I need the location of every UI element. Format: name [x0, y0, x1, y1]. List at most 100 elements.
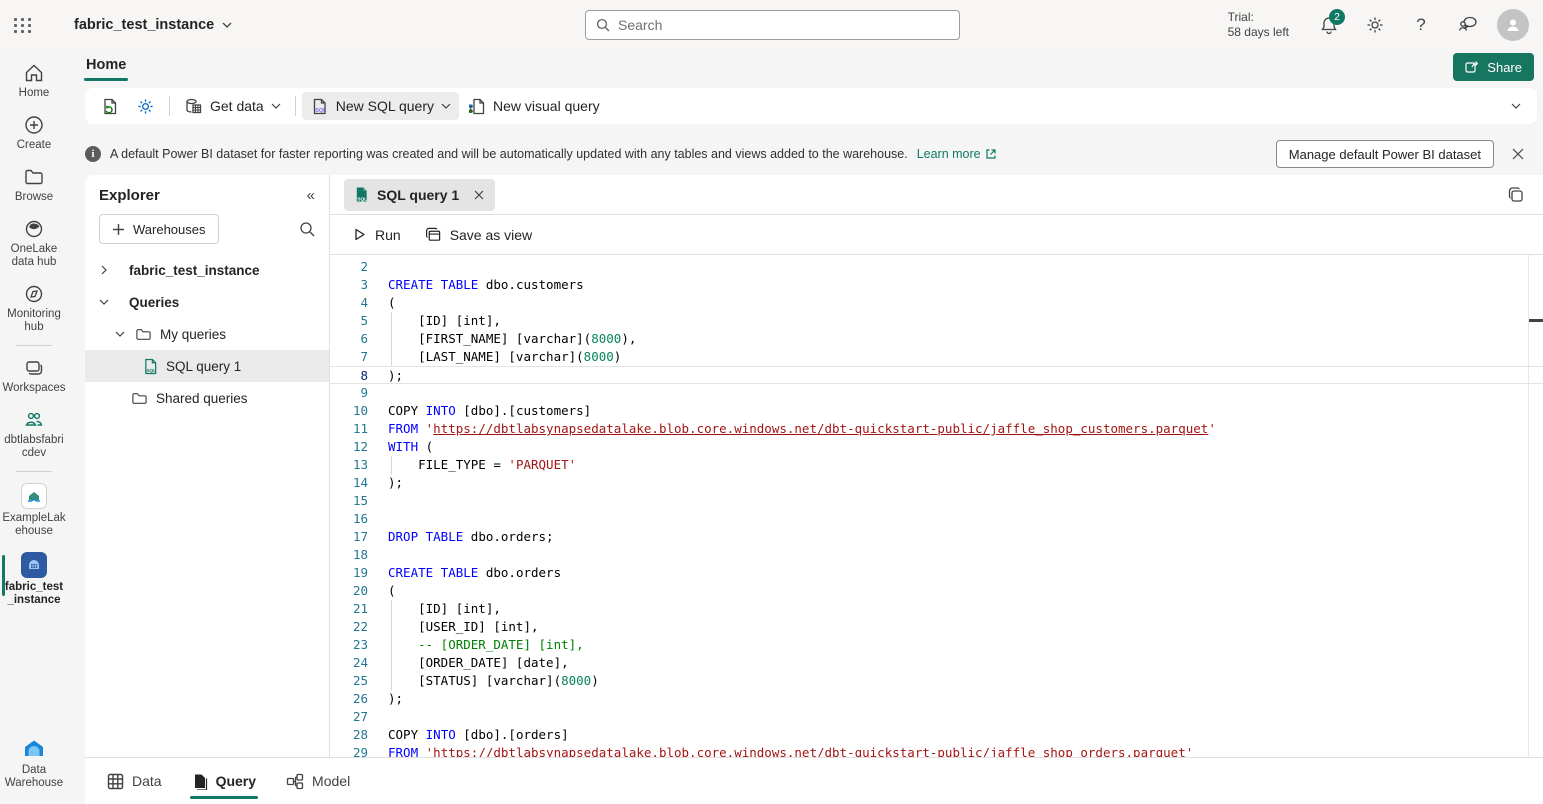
line-number: 15 [330, 492, 368, 510]
copy-icon[interactable] [1507, 186, 1525, 204]
banner-close-button[interactable] [1503, 139, 1533, 169]
learn-more-link[interactable]: Learn more [917, 147, 997, 161]
code-line[interactable]: 7 [LAST_NAME] [varchar](8000) [330, 348, 1543, 366]
new-visual-query-button[interactable]: New visual query [459, 92, 608, 120]
nav-item-fabric-test-instance[interactable]: fabric_test_instance [1, 545, 67, 614]
line-content: COPY INTO [dbo].[orders] [388, 726, 569, 744]
code-line[interactable]: 28COPY INTO [dbo].[orders] [330, 726, 1543, 744]
line-number: 9 [330, 384, 368, 402]
code-line[interactable]: 17DROP TABLE dbo.orders; [330, 528, 1543, 546]
chevron-down-icon [99, 297, 109, 307]
settings-button[interactable] [1355, 5, 1395, 45]
line-content: [ID] [int], [388, 312, 501, 330]
toolbar-divider [169, 96, 170, 116]
code-line[interactable]: 18 [330, 546, 1543, 564]
refresh-button[interactable] [93, 92, 128, 120]
nav-monitoring-hub[interactable]: Monitoring hub [1, 276, 67, 341]
code-line[interactable]: 21 [ID] [int], [330, 600, 1543, 618]
code-line[interactable]: 29FROM 'https://dbtlabsynapsedatalake.bl… [330, 744, 1543, 757]
code-line[interactable]: 26); [330, 690, 1543, 708]
line-number: 11 [330, 420, 368, 438]
query-tab-strip: SQL SQL query 1 [330, 175, 1543, 215]
help-button[interactable]: ? [1401, 5, 1441, 45]
line-number: 14 [330, 474, 368, 492]
share-button[interactable]: Share [1453, 53, 1534, 81]
code-line[interactable]: 2 [330, 258, 1543, 276]
code-line[interactable]: 9 [330, 384, 1543, 402]
code-line[interactable]: 13 FILE_TYPE = 'PARQUET' [330, 456, 1543, 474]
explorer-search-icon[interactable] [299, 221, 315, 237]
code-line[interactable]: 10COPY INTO [dbo].[customers] [330, 402, 1543, 420]
settings-ribbon-button[interactable] [128, 92, 163, 120]
workspace-title-dropdown[interactable]: fabric_test_instance [74, 17, 232, 33]
tree-item-shared-queries[interactable]: Shared queries [85, 382, 329, 414]
code-line[interactable]: 16 [330, 510, 1543, 528]
tab-sql-query-1[interactable]: SQL SQL query 1 [344, 179, 495, 211]
toolbar-expand-button[interactable] [1503, 92, 1529, 120]
notifications-button[interactable]: 2 [1309, 5, 1349, 45]
code-line[interactable]: 11FROM 'https://dbtlabsynapsedatalake.bl… [330, 420, 1543, 438]
nav-workspace-dbtlabsfabricdev[interactable]: dbtlabsfabricdev [1, 402, 67, 467]
nav-home[interactable]: Home [1, 55, 67, 107]
manage-default-dataset-button[interactable]: Manage default Power BI dataset [1276, 140, 1494, 168]
query-toolbar: Run Save as view [330, 215, 1543, 255]
code-line[interactable]: 25 [STATUS] [varchar](8000) [330, 672, 1543, 690]
code-line[interactable]: 3CREATE TABLE dbo.customers [330, 276, 1543, 294]
new-sql-query-button[interactable]: SQL New SQL query [302, 92, 459, 120]
nav-data-warehouse[interactable]: Data Warehouse [1, 730, 67, 804]
tree-item-queries[interactable]: Queries [85, 286, 329, 318]
footer-tab-model[interactable]: Model [276, 758, 360, 804]
footer-tab-query[interactable]: Query [182, 758, 266, 804]
code-line[interactable]: 19CREATE TABLE dbo.orders [330, 564, 1543, 582]
chevron-down-icon [271, 101, 281, 111]
person-icon [1504, 16, 1522, 34]
app-launcher-icon[interactable] [0, 0, 46, 50]
line-number: 29 [330, 744, 368, 757]
code-line[interactable]: 4( [330, 294, 1543, 312]
line-content: ( [388, 582, 396, 600]
workspaces-icon [23, 357, 45, 379]
run-button[interactable]: Run [342, 220, 411, 250]
tree-item-sql-query-1[interactable]: SQL SQL query 1 [85, 350, 329, 382]
code-line[interactable]: 5 [ID] [int], [330, 312, 1543, 330]
code-line[interactable]: 22 [USER_ID] [int], [330, 618, 1543, 636]
close-tab-icon[interactable] [473, 189, 485, 201]
folder-icon [131, 391, 148, 406]
default-dataset-banner: i A default Power BI dataset for faster … [85, 137, 1537, 171]
footer-tab-data[interactable]: Data [97, 758, 172, 804]
close-icon [1511, 147, 1525, 161]
code-line[interactable]: 14); [330, 474, 1543, 492]
code-line[interactable]: 20( [330, 582, 1543, 600]
line-content: CREATE TABLE dbo.orders [388, 564, 561, 582]
line-content: [FIRST_NAME] [varchar](8000), [388, 330, 636, 348]
code-line[interactable]: 23 -- [ORDER_DATE] [int], [330, 636, 1543, 654]
nav-browse[interactable]: Browse [1, 159, 67, 211]
add-warehouses-button[interactable]: Warehouses [99, 214, 219, 244]
code-line[interactable]: 27 [330, 708, 1543, 726]
line-number: 23 [330, 636, 368, 654]
global-search-input[interactable]: Search [585, 10, 960, 40]
line-number: 18 [330, 546, 368, 564]
code-line[interactable]: 24 [ORDER_DATE] [date], [330, 654, 1543, 672]
save-as-view-button[interactable]: Save as view [415, 220, 542, 250]
feedback-button[interactable] [1447, 5, 1487, 45]
nav-onelake-data-hub[interactable]: OneLake data hub [1, 211, 67, 276]
share-label: Share [1487, 60, 1522, 75]
account-button[interactable] [1493, 5, 1533, 45]
tab-home[interactable]: Home [84, 53, 128, 81]
collapse-explorer-icon[interactable]: « [307, 187, 315, 204]
nav-workspaces[interactable]: Workspaces [1, 350, 67, 402]
create-icon [23, 114, 45, 136]
tree-item-warehouse[interactable]: fabric_test_instance [85, 254, 329, 286]
code-line[interactable]: 8); [330, 366, 1543, 384]
code-line[interactable]: 15 [330, 492, 1543, 510]
code-line[interactable]: 6 [FIRST_NAME] [varchar](8000), [330, 330, 1543, 348]
nav-item-examplelakehouse[interactable]: ExampleLakehouse [1, 476, 67, 545]
code-line[interactable]: 12WITH ( [330, 438, 1543, 456]
data-grid-icon [107, 773, 124, 790]
line-number: 8 [330, 367, 368, 383]
get-data-button[interactable]: Get data [176, 92, 289, 120]
code-editor[interactable]: 23CREATE TABLE dbo.customers4(5 [ID] [in… [330, 255, 1543, 757]
tree-item-my-queries[interactable]: My queries [85, 318, 329, 350]
nav-create[interactable]: Create [1, 107, 67, 159]
